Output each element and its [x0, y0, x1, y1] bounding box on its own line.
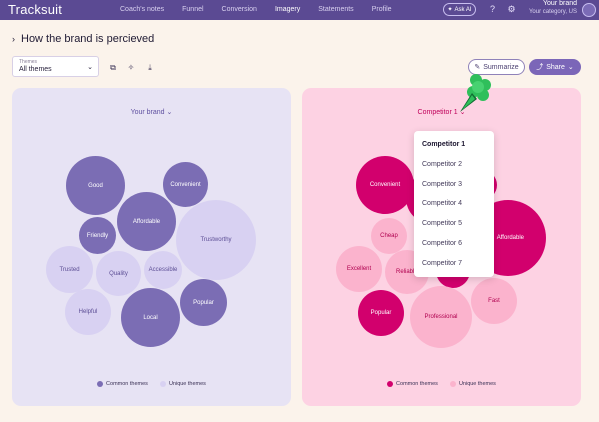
chevron-down-icon: ⌄	[166, 109, 173, 116]
nav-statements[interactable]: Statements	[318, 0, 353, 20]
dropdown-option-competitor-5[interactable]: Competitor 5	[414, 214, 494, 234]
bubble-quality[interactable]: Quality	[96, 251, 141, 296]
nav-coaches-notes[interactable]: Coach's notes	[120, 0, 164, 20]
bubble-trusted[interactable]: Trusted	[46, 246, 93, 293]
bubble-accessible[interactable]: Accessible	[144, 251, 182, 289]
summarize-label: Summarize	[483, 63, 519, 71]
summarize-icon: ✎	[474, 64, 481, 71]
dropdown-option-competitor-1[interactable]: Competitor 1	[414, 135, 494, 155]
dropdown-option-competitor-6[interactable]: Competitor 6	[414, 234, 494, 254]
bubble-good[interactable]: Good	[66, 156, 125, 215]
themes-select[interactable]: Themes All themes ⌄	[12, 56, 99, 77]
legend-swatch-unique	[449, 381, 456, 387]
chevron-down-icon: ⌄	[87, 64, 93, 71]
share-icon: ⤴	[536, 64, 544, 71]
panel-header-your-brand[interactable]: Your brand ⌄	[12, 108, 291, 116]
themes-select-label: Themes	[19, 59, 38, 65]
bubble-helpful[interactable]: Helpful	[65, 289, 111, 335]
legend-common: Common themes	[387, 381, 438, 387]
brand-selector[interactable]: Your brand Your category, US	[529, 0, 577, 16]
page-title-text: How the brand is percieved	[21, 33, 155, 45]
bubble-local[interactable]: Local	[121, 288, 180, 347]
bubble-trustworthy[interactable]: Trustworthy	[176, 200, 256, 280]
your-brand-panel: Your brand ⌄ Good Convenient Affordable …	[12, 88, 291, 406]
avatar[interactable]	[582, 3, 596, 17]
legend: Common themes Unique themes	[12, 381, 291, 387]
bubble-convenient[interactable]: Convenient	[356, 156, 414, 214]
legend-common: Common themes	[97, 381, 148, 387]
ask-ai-label: Ask AI	[454, 6, 472, 13]
brand-category: Your category, US	[528, 9, 577, 15]
page-title: › How the brand is percieved	[12, 33, 154, 45]
legend-unique-label: Unique themes	[168, 381, 206, 387]
bubble-convenient[interactable]: Convenient	[163, 162, 208, 207]
bubble-cheap[interactable]: Cheap	[371, 218, 407, 254]
top-navigation-bar: Tracksuit Coach's notes Funnel Conversio…	[0, 0, 599, 20]
main-nav: Coach's notes Funnel Conversion Imagery …	[120, 0, 392, 20]
bubble-friendly[interactable]: Friendly	[79, 217, 116, 254]
panel-header-competitor[interactable]: Competitor 1 ⌄	[302, 108, 581, 116]
legend-swatch-common	[97, 381, 104, 387]
legend-common-label: Common themes	[396, 381, 438, 387]
nav-conversion[interactable]: Conversion	[222, 0, 257, 20]
ask-ai-button[interactable]: ✦ Ask AI	[443, 3, 476, 16]
bubble-fast[interactable]: Fast	[471, 278, 517, 324]
share-button[interactable]: ⤴ Share ⌄	[529, 59, 581, 75]
dropdown-option-competitor-4[interactable]: Competitor 4	[414, 194, 494, 214]
legend: Common themes Unique themes	[302, 381, 581, 387]
bubble-popular[interactable]: Popular	[180, 279, 227, 326]
settings-icon[interactable]: ⚙	[506, 4, 517, 15]
bubble-affordable[interactable]: Affordable	[117, 192, 176, 251]
help-icon[interactable]: ?	[487, 4, 498, 15]
competitor-dropdown: Competitor 1 Competitor 2 Competitor 3 C…	[414, 131, 494, 277]
nav-imagery[interactable]: Imagery	[275, 0, 300, 20]
cursor-icon	[460, 74, 491, 112]
chevron-right-icon[interactable]: ›	[12, 34, 15, 44]
share-label: Share	[546, 63, 565, 71]
copy-icon[interactable]: ⧉	[108, 63, 118, 73]
legend-swatch-common	[387, 381, 394, 387]
legend-unique: Unique themes	[449, 381, 496, 387]
legend-unique: Unique themes	[159, 381, 206, 387]
legend-unique-label: Unique themes	[458, 381, 496, 387]
bubble-professional[interactable]: Professional	[410, 286, 472, 348]
brand-name: Your brand	[543, 0, 577, 7]
chevron-down-icon: ⌄	[567, 64, 574, 71]
dropdown-option-competitor-3[interactable]: Competitor 3	[414, 175, 494, 195]
download-icon[interactable]: ⤓	[145, 63, 155, 73]
nav-profile[interactable]: Profile	[372, 0, 392, 20]
bubble-popular[interactable]: Popular	[358, 290, 404, 336]
legend-common-label: Common themes	[106, 381, 148, 387]
bubble-excellent[interactable]: Excellent	[336, 246, 382, 292]
themes-select-value: All themes	[19, 66, 52, 73]
nav-funnel[interactable]: Funnel	[182, 0, 203, 20]
sparkle-icon: ✦	[447, 7, 453, 13]
legend-swatch-unique	[159, 381, 166, 387]
dropdown-option-competitor-2[interactable]: Competitor 2	[414, 155, 494, 175]
logo[interactable]: Tracksuit	[8, 0, 62, 20]
dropdown-option-competitor-7[interactable]: Competitor 7	[414, 254, 494, 274]
panel-header-label: Your brand	[130, 109, 165, 116]
magic-icon[interactable]: ✧	[126, 63, 136, 73]
